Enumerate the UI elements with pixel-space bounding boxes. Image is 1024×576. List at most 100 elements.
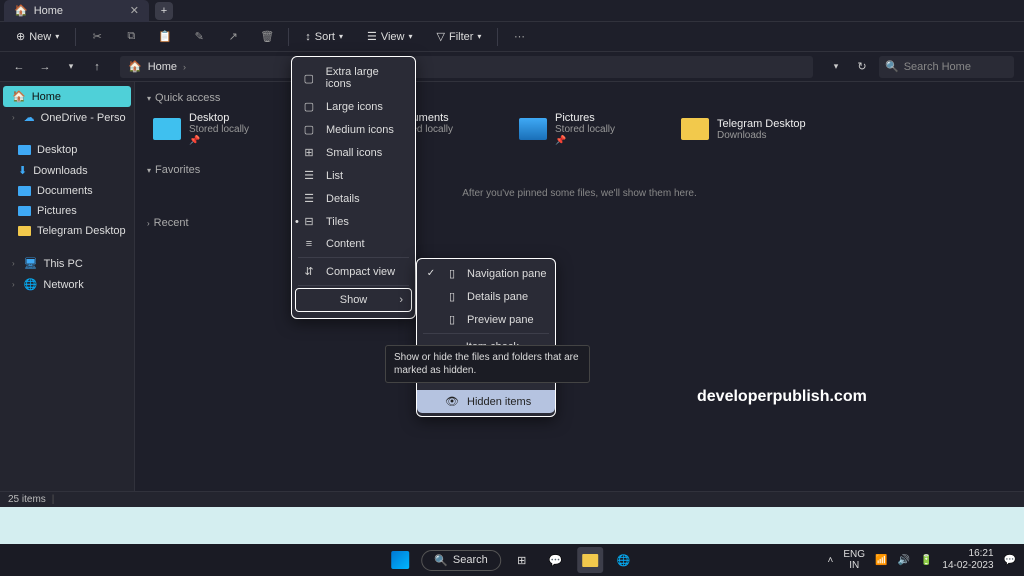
file-explorer-icon[interactable] [577,547,603,573]
start-button[interactable] [387,547,413,573]
menu-item-show[interactable]: Show› [295,288,412,312]
chrome-icon[interactable]: 🌐 [611,547,637,573]
chevron-right-icon: › [147,219,150,228]
view-button[interactable]: ☰ View ▾ [359,26,421,47]
tile-desktop[interactable]: DesktopStored locally📌 [153,112,293,146]
chevron-right-icon: › [12,113,15,122]
menu-item-label: Content [326,238,365,250]
plus-circle-icon: ⊕ [16,30,25,43]
sidebar-item-label: Pictures [37,205,77,217]
sidebar-item-label: Documents [37,185,93,197]
new-button[interactable]: ⊕ New ▾ [8,26,67,47]
menu-item-tiles[interactable]: ⊟Tiles [292,210,415,233]
language-indicator[interactable]: ENG IN [843,549,865,571]
battery-icon[interactable]: 🔋 [920,555,932,566]
sidebar-item-pictures[interactable]: Pictures [0,201,134,221]
filter-button[interactable]: ▽ Filter ▾ [429,26,490,47]
cut-icon[interactable]: ✂ [84,26,110,48]
sidebar-item-network[interactable]: ›🌐Network [0,274,134,295]
menu-item-content[interactable]: ≡Content [292,233,415,255]
tile-title: Pictures [555,112,615,124]
share-icon[interactable]: ↗ [220,26,246,48]
tile-title: Desktop [189,112,249,124]
sort-button[interactable]: ↕ Sort ▾ [297,27,351,47]
sidebar-item-documents[interactable]: Documents [0,181,134,201]
addr-dropdown-icon[interactable]: ▾ [827,58,845,76]
tab-home[interactable]: 🏠 Home ✕ [4,0,149,22]
volume-icon[interactable]: 🔊 [897,555,909,566]
menu-item-compact-view[interactable]: ⇵Compact view [292,260,415,283]
chevron-down-icon: ▾ [147,166,151,175]
chevron-down-icon: ▾ [55,32,59,41]
grid-icon: ▢ [302,123,316,136]
forward-button[interactable]: → [36,58,54,76]
copy-icon[interactable]: ⧉ [118,26,144,48]
tray-chevron-icon[interactable]: ˄ [828,555,834,566]
chevron-right-icon: › [12,280,15,289]
sidebar-item-desktop[interactable]: Desktop [0,140,134,160]
sidebar-item-downloads[interactable]: ⬇Downloads [0,160,134,181]
back-button[interactable]: ← [10,58,28,76]
menu-item-extra-large-icons[interactable]: ▢Extra large icons [292,61,415,95]
search-label: Search [453,554,488,566]
section-quick-access[interactable]: ▾Quick access [147,92,1012,104]
toolbar-sep [75,28,76,46]
delete-icon[interactable]: 🗑 [254,26,280,48]
explorer-window: 🏠 Home ✕ + ⊕ New ▾ ✂ ⧉ 📋 ✎ ↗ 🗑 ↕ Sort ▾ … [0,0,1024,507]
task-view-icon[interactable]: ⊞ [509,547,535,573]
tile-pictures[interactable]: PicturesStored locally📌 [519,112,659,146]
menu-item-label: Compact view [326,266,395,278]
chat-icon[interactable]: 💬 [543,547,569,573]
toolbar-sep [288,28,289,46]
up-button[interactable]: ↑ [88,58,106,76]
grid-icon: ⊞ [302,146,316,159]
refresh-button[interactable]: ↻ [853,58,871,76]
menu-item-details-pane[interactable]: ▯Details pane [417,285,555,308]
view-icon: ☰ [367,30,377,43]
tile-telegram[interactable]: Telegram DesktopDownloads [681,112,821,146]
tile-subtitle: Downloads [717,130,806,141]
menu-item-hidden-items[interactable]: 👁Hidden items [417,390,555,413]
tile-subtitle: Stored locally [555,124,615,135]
folder-icon [681,118,709,140]
paste-icon[interactable]: 📋 [152,26,178,48]
taskbar-clock[interactable]: 16:21 14-02-2023 [942,548,993,572]
chevron-right-icon: › [399,294,403,306]
sidebar-item-onedrive[interactable]: › ☁ OneDrive - Persona [0,107,134,128]
lang-primary: ENG [843,549,865,560]
wifi-icon[interactable]: 📶 [875,555,887,566]
search-box[interactable]: 🔍 Search Home [879,56,1014,78]
section-favorites[interactable]: ▾Favorites [147,164,1012,176]
notifications-icon[interactable]: 💬 [1004,555,1016,566]
sort-icon: ↕ [305,31,311,43]
sidebar-item-home[interactable]: 🏠 Home [3,86,131,107]
menu-item-medium-icons[interactable]: ▢Medium icons [292,118,415,141]
taskbar-search[interactable]: 🔍Search [421,550,501,571]
chevron-down-icon[interactable]: ▾ [62,58,80,76]
sidebar-item-thispc[interactable]: ›🖥This PC [0,253,134,274]
network-icon: 🌐 [24,278,38,291]
menu-item-preview-pane[interactable]: ▯Preview pane [417,308,555,331]
more-icon[interactable]: ⋯ [506,26,532,48]
section-recent[interactable]: ›Recent [147,217,1012,229]
sidebar-item-telegram[interactable]: Telegram Desktop [0,221,134,241]
sidebar-item-label: Telegram Desktop [37,225,126,237]
clock-time: 16:21 [942,548,993,560]
sidebar-item-label: OneDrive - Persona [41,112,126,124]
sidebar-item-label: Desktop [37,144,77,156]
menu-item-details[interactable]: ☰Details [292,187,415,210]
new-tab-button[interactable]: + [155,2,173,20]
show-submenu: ✓▯Navigation pane ▯Details pane ▯Preview… [416,258,556,417]
menu-item-navigation-pane[interactable]: ✓▯Navigation pane [417,262,555,285]
address-bar[interactable]: 🏠 Home › [120,56,813,78]
chevron-down-icon: ▾ [147,94,151,103]
toolbar-sep [497,28,498,46]
menu-item-label: Navigation pane [467,268,547,280]
menu-item-list[interactable]: ☰List [292,164,415,187]
menu-item-small-icons[interactable]: ⊞Small icons [292,141,415,164]
menu-item-large-icons[interactable]: ▢Large icons [292,95,415,118]
tab-close-icon[interactable]: ✕ [130,4,139,17]
clock-date: 14-02-2023 [942,560,993,572]
home-icon: 🏠 [12,90,26,103]
rename-icon[interactable]: ✎ [186,26,212,48]
